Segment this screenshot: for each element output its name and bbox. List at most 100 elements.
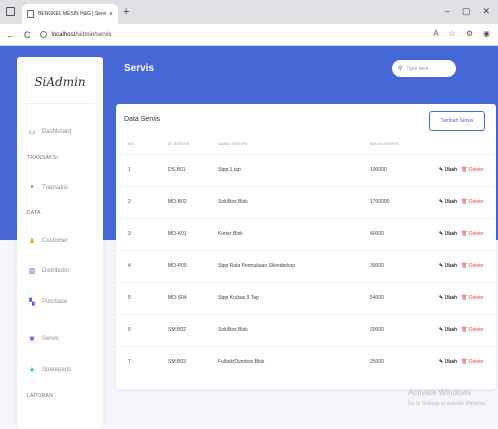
delete-button[interactable]: 🗑 Delete	[461, 199, 483, 205]
cell-price: 100000	[370, 167, 387, 173]
cell-price: 20000	[370, 327, 384, 333]
page-icon	[27, 10, 34, 18]
back-icon[interactable]: ←	[6, 30, 15, 40]
servis-card: Data Servis Tambah Servis NO. ID SERVIS …	[116, 104, 496, 389]
delete-button[interactable]: 🗑 Delete	[461, 327, 483, 333]
card-title: Data Servis	[124, 116, 161, 123]
pencil-icon: ✎	[439, 231, 444, 237]
row-actions: ✎ Ubah 🗑 Delete	[439, 327, 483, 333]
add-servis-button[interactable]: Tambah Servis	[429, 111, 485, 131]
address-bar-actions: A ☆ ⚙ ◉	[433, 29, 490, 38]
pencil-icon: ✎	[439, 199, 444, 205]
cell-price: 54000	[370, 295, 384, 301]
sidebar-item-label: Purchase	[42, 299, 68, 305]
delete-button[interactable]: 🗑 Delete	[461, 263, 483, 269]
sidebar-item-purchase[interactable]: ▚ Purchase	[27, 298, 67, 306]
cell-id: SM-B03	[168, 359, 187, 365]
cell-id: DS-B01	[168, 167, 186, 173]
sidebar-item-servis[interactable]: ✖ Servis	[27, 335, 59, 343]
profile-icon[interactable]: ◉	[483, 29, 490, 38]
window-controls: – ▢ ✕	[445, 6, 490, 17]
cell-price: 25000	[370, 359, 384, 365]
reload-icon[interactable]: C	[24, 30, 31, 40]
extensions-icon[interactable]: ⚙	[466, 29, 473, 38]
cell-name: Stpp 1 tap	[218, 167, 241, 173]
search-placeholder: Type here...	[406, 65, 433, 72]
sidebar-section-data: DATA	[27, 210, 41, 216]
delete-button[interactable]: 🗑 Delete	[461, 295, 483, 301]
sidebar-item-dashboard[interactable]: ▭ Dashboard	[27, 128, 72, 136]
row-actions: ✎ Ubah 🗑 Delete	[439, 167, 483, 173]
cell-id: MO-B02	[168, 199, 187, 205]
sidebar-item-label: Servis	[42, 336, 59, 342]
sidebar-divider	[25, 103, 95, 104]
table-row: 2 MO-B02 Sok/Bos Blok 1700000 ✎ Ubah 🗑 Delete	[116, 186, 496, 218]
favorite-icon[interactable]: ☆	[449, 29, 456, 38]
pencil-icon: ✎	[439, 359, 444, 365]
row-actions: ✎ Ubah 🗑 Delete	[439, 231, 483, 237]
address-bar: ← C localhost/sidmin/servis A ☆ ⚙ ◉	[0, 24, 498, 46]
delete-label: Delete	[468, 359, 484, 365]
cell-price: 40000	[370, 231, 384, 237]
monitor-icon: ▭	[28, 129, 36, 136]
tab-title: BENGKEL MESIN H&G | Servis	[38, 11, 106, 17]
row-actions: ✎ Ubah 🗑 Delete	[439, 359, 483, 365]
row-actions: ✎ Ubah 🗑 Delete	[439, 295, 483, 301]
close-window-icon[interactable]: ✕	[482, 6, 490, 17]
delete-button[interactable]: 🗑 Delete	[461, 231, 483, 237]
cart-icon: ▚	[29, 299, 35, 306]
delete-button[interactable]: 🗑 Delete	[461, 167, 483, 173]
edit-label: Ubah	[444, 327, 458, 333]
edit-button[interactable]: ✎ Ubah	[439, 295, 457, 301]
tools-icon: ✖	[29, 336, 35, 343]
maximize-icon[interactable]: ▢	[462, 6, 471, 17]
cell-id: SM-B02	[168, 327, 187, 333]
cell-no: 6	[128, 327, 131, 333]
search-input[interactable]: ⚲ Type here...	[392, 60, 456, 77]
windows-watermark-title: Activate Windows	[408, 388, 472, 397]
edit-button[interactable]: ✎ Ubah	[439, 199, 457, 205]
new-tab-icon[interactable]: +	[123, 6, 129, 18]
cell-id: MO-K01	[168, 231, 187, 237]
cell-no: 1	[128, 167, 131, 173]
table-row: 3 MO-K01 Korter Blok 40000 ✎ Ubah 🗑 Delete	[116, 218, 496, 250]
sidebar-item-transaksi[interactable]: • Transaksi	[27, 184, 68, 191]
cell-price: 1700000	[370, 199, 390, 205]
pencil-icon: ✎	[439, 295, 444, 301]
sidebar-item-label: Dashboard	[42, 129, 72, 135]
edit-button[interactable]: ✎ Ubah	[439, 263, 457, 269]
trash-icon: 🗑	[461, 295, 468, 301]
cell-id: MO-P05	[168, 263, 187, 269]
column-header-id: ID SERVIS	[168, 141, 190, 146]
table-row: 7 SM-B03 Fulbok/Overbos Blok 25000 ✎ Ubah 🗑 D…	[116, 346, 496, 378]
edit-button[interactable]: ✎ Ubah	[439, 167, 457, 173]
delete-label: Delete	[468, 263, 484, 269]
sidebar-section-laporan: LAPORAN	[27, 393, 53, 399]
sidebar-item-label: Spareparts	[42, 366, 72, 373]
minimize-icon[interactable]: –	[445, 6, 450, 17]
tab-close-icon[interactable]: ×	[109, 11, 113, 18]
read-aloud-icon[interactable]: A	[433, 29, 438, 38]
site-info-icon[interactable]	[39, 31, 47, 38]
delete-label: Delete	[468, 231, 484, 237]
sidebar-item-spareparts[interactable]: ▲ Spareparts	[27, 366, 72, 373]
edit-label: Ubah	[444, 359, 458, 365]
app-logo[interactable]: SiAdmin	[17, 75, 103, 89]
delete-button[interactable]: 🗑 Delete	[461, 359, 483, 365]
cell-no: 3	[128, 231, 131, 237]
sidebar-item-label: Transaksi	[42, 184, 68, 191]
edit-button[interactable]: ✎ Ubah	[439, 359, 457, 365]
sidebar-item-label: Customer	[42, 238, 69, 244]
edit-label: Ubah	[444, 231, 458, 237]
cell-name: Stpp Rata Permukaan Silenderkop	[218, 263, 295, 269]
cell-no: 5	[128, 295, 131, 301]
window-menu-icon[interactable]	[6, 7, 15, 16]
sidebar-item-distributor[interactable]: ▥ Distributor	[27, 267, 70, 275]
browser-tab[interactable]: BENGKEL MESIN H&G | Servis ×	[22, 4, 118, 24]
building-icon: ▥	[28, 268, 36, 275]
edit-button[interactable]: ✎ Ubah	[439, 327, 457, 333]
pencil-icon: ✎	[439, 167, 444, 173]
sidebar-item-customer[interactable]: ♟ Customer	[27, 237, 68, 245]
edit-button[interactable]: ✎ Ubah	[439, 231, 457, 237]
url-field[interactable]: localhost/sidmin/servis	[39, 31, 112, 38]
